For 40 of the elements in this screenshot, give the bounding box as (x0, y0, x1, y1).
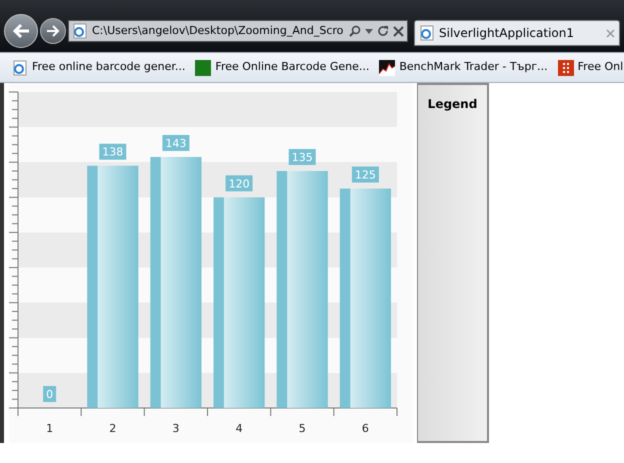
x-axis-label: 6 (362, 422, 369, 435)
data-label: 0 (46, 388, 54, 401)
close-icon[interactable] (393, 26, 404, 36)
legend-title: Legend (428, 96, 478, 113)
browser-tab[interactable]: SilverlightApplication1 (414, 20, 620, 46)
favorite-link[interactable]: Free online barcode gener... (12, 59, 190, 76)
refresh-icon[interactable] (377, 25, 389, 37)
forward-arrow-icon (46, 25, 60, 37)
data-label: 138 (102, 146, 124, 159)
data-label: 125 (352, 166, 379, 183)
chart-icon (379, 60, 396, 76)
data-label: 125 (354, 168, 376, 182)
favorite-link[interactable]: Free Online Barcode Gene... (195, 59, 374, 76)
data-label: 135 (292, 151, 313, 164)
x-axis-label: 2 (109, 422, 116, 435)
data-label: 143 (162, 134, 190, 151)
data-label: 138 (99, 144, 126, 160)
page-icon (72, 23, 88, 39)
address-text: C:\Users\angelov\Desktop\Zooming_And_Scro (92, 22, 344, 39)
favorite-link[interactable]: BenchMark Trader - Търг... (379, 59, 552, 76)
x-axis-label: 5 (298, 422, 306, 435)
x-axis-label: 3 (172, 422, 180, 435)
tab-title: SilverlightApplication1 (439, 25, 575, 42)
forward-button[interactable] (40, 18, 66, 44)
x-axis-label: 1 (46, 422, 54, 435)
x-axis-label: 4 (236, 422, 243, 435)
data-label: 120 (228, 177, 250, 190)
page-icon (419, 25, 435, 41)
back-arrow-icon (12, 23, 30, 39)
search-icon[interactable] (349, 25, 361, 37)
address-bar[interactable]: C:\Users\angelov\Desktop\Zooming_And_Scro (68, 20, 408, 42)
data-label: 0 (43, 386, 56, 402)
page-icon (12, 60, 28, 76)
data-label: 143 (165, 136, 186, 150)
back-button[interactable] (4, 14, 38, 48)
data-label: 120 (226, 175, 253, 192)
grid-icon (558, 60, 574, 76)
favorite-link[interactable]: Free Onl (558, 59, 624, 76)
dropdown-icon[interactable] (365, 28, 373, 34)
data-label: 135 (288, 149, 316, 165)
